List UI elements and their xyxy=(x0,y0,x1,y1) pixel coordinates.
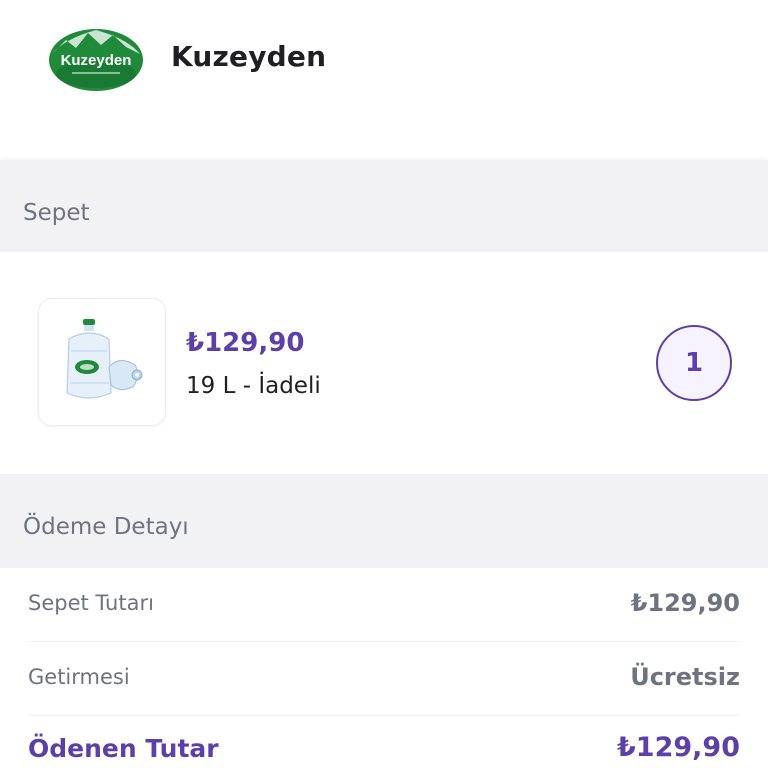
cart-item[interactable]: ₺129,90 19 L - İadeli 1 xyxy=(0,252,768,474)
total-value: ₺129,90 xyxy=(617,732,740,763)
subtotal-label: Sepet Tutarı xyxy=(28,591,154,615)
brand-logo: Kuzeyden xyxy=(47,27,145,93)
product-image-card[interactable] xyxy=(38,298,166,426)
payment-row-subtotal: Sepet Tutarı ₺129,90 xyxy=(28,568,740,642)
total-label: Ödenen Tutar xyxy=(28,734,219,763)
item-price: ₺129,90 xyxy=(186,328,305,358)
delivery-label: Getirmesi xyxy=(28,665,130,689)
subtotal-value: ₺129,90 xyxy=(630,589,740,617)
quantity-button[interactable]: 1 xyxy=(656,325,732,401)
payment-section-header: Ödeme Detayı xyxy=(0,474,768,568)
store-header: Kuzeyden Kuzeyden xyxy=(0,0,768,158)
delivery-value: Ücretsiz xyxy=(630,663,740,691)
cart-section-header: Sepet xyxy=(0,160,768,252)
store-name: Kuzeyden xyxy=(171,40,327,73)
item-name: 19 L - İadeli xyxy=(186,373,321,399)
brand-logo-text: Kuzeyden xyxy=(61,52,132,69)
payment-details: Sepet Tutarı ₺129,90 Getirmesi Ücretsiz … xyxy=(0,568,768,768)
payment-section-title: Ödeme Detayı xyxy=(23,514,189,540)
payment-row-delivery: Getirmesi Ücretsiz xyxy=(28,642,740,716)
payment-row-total: Ödenen Tutar ₺129,90 xyxy=(28,716,740,768)
cart-section-title: Sepet xyxy=(23,200,90,226)
water-bottle-image xyxy=(66,319,143,399)
